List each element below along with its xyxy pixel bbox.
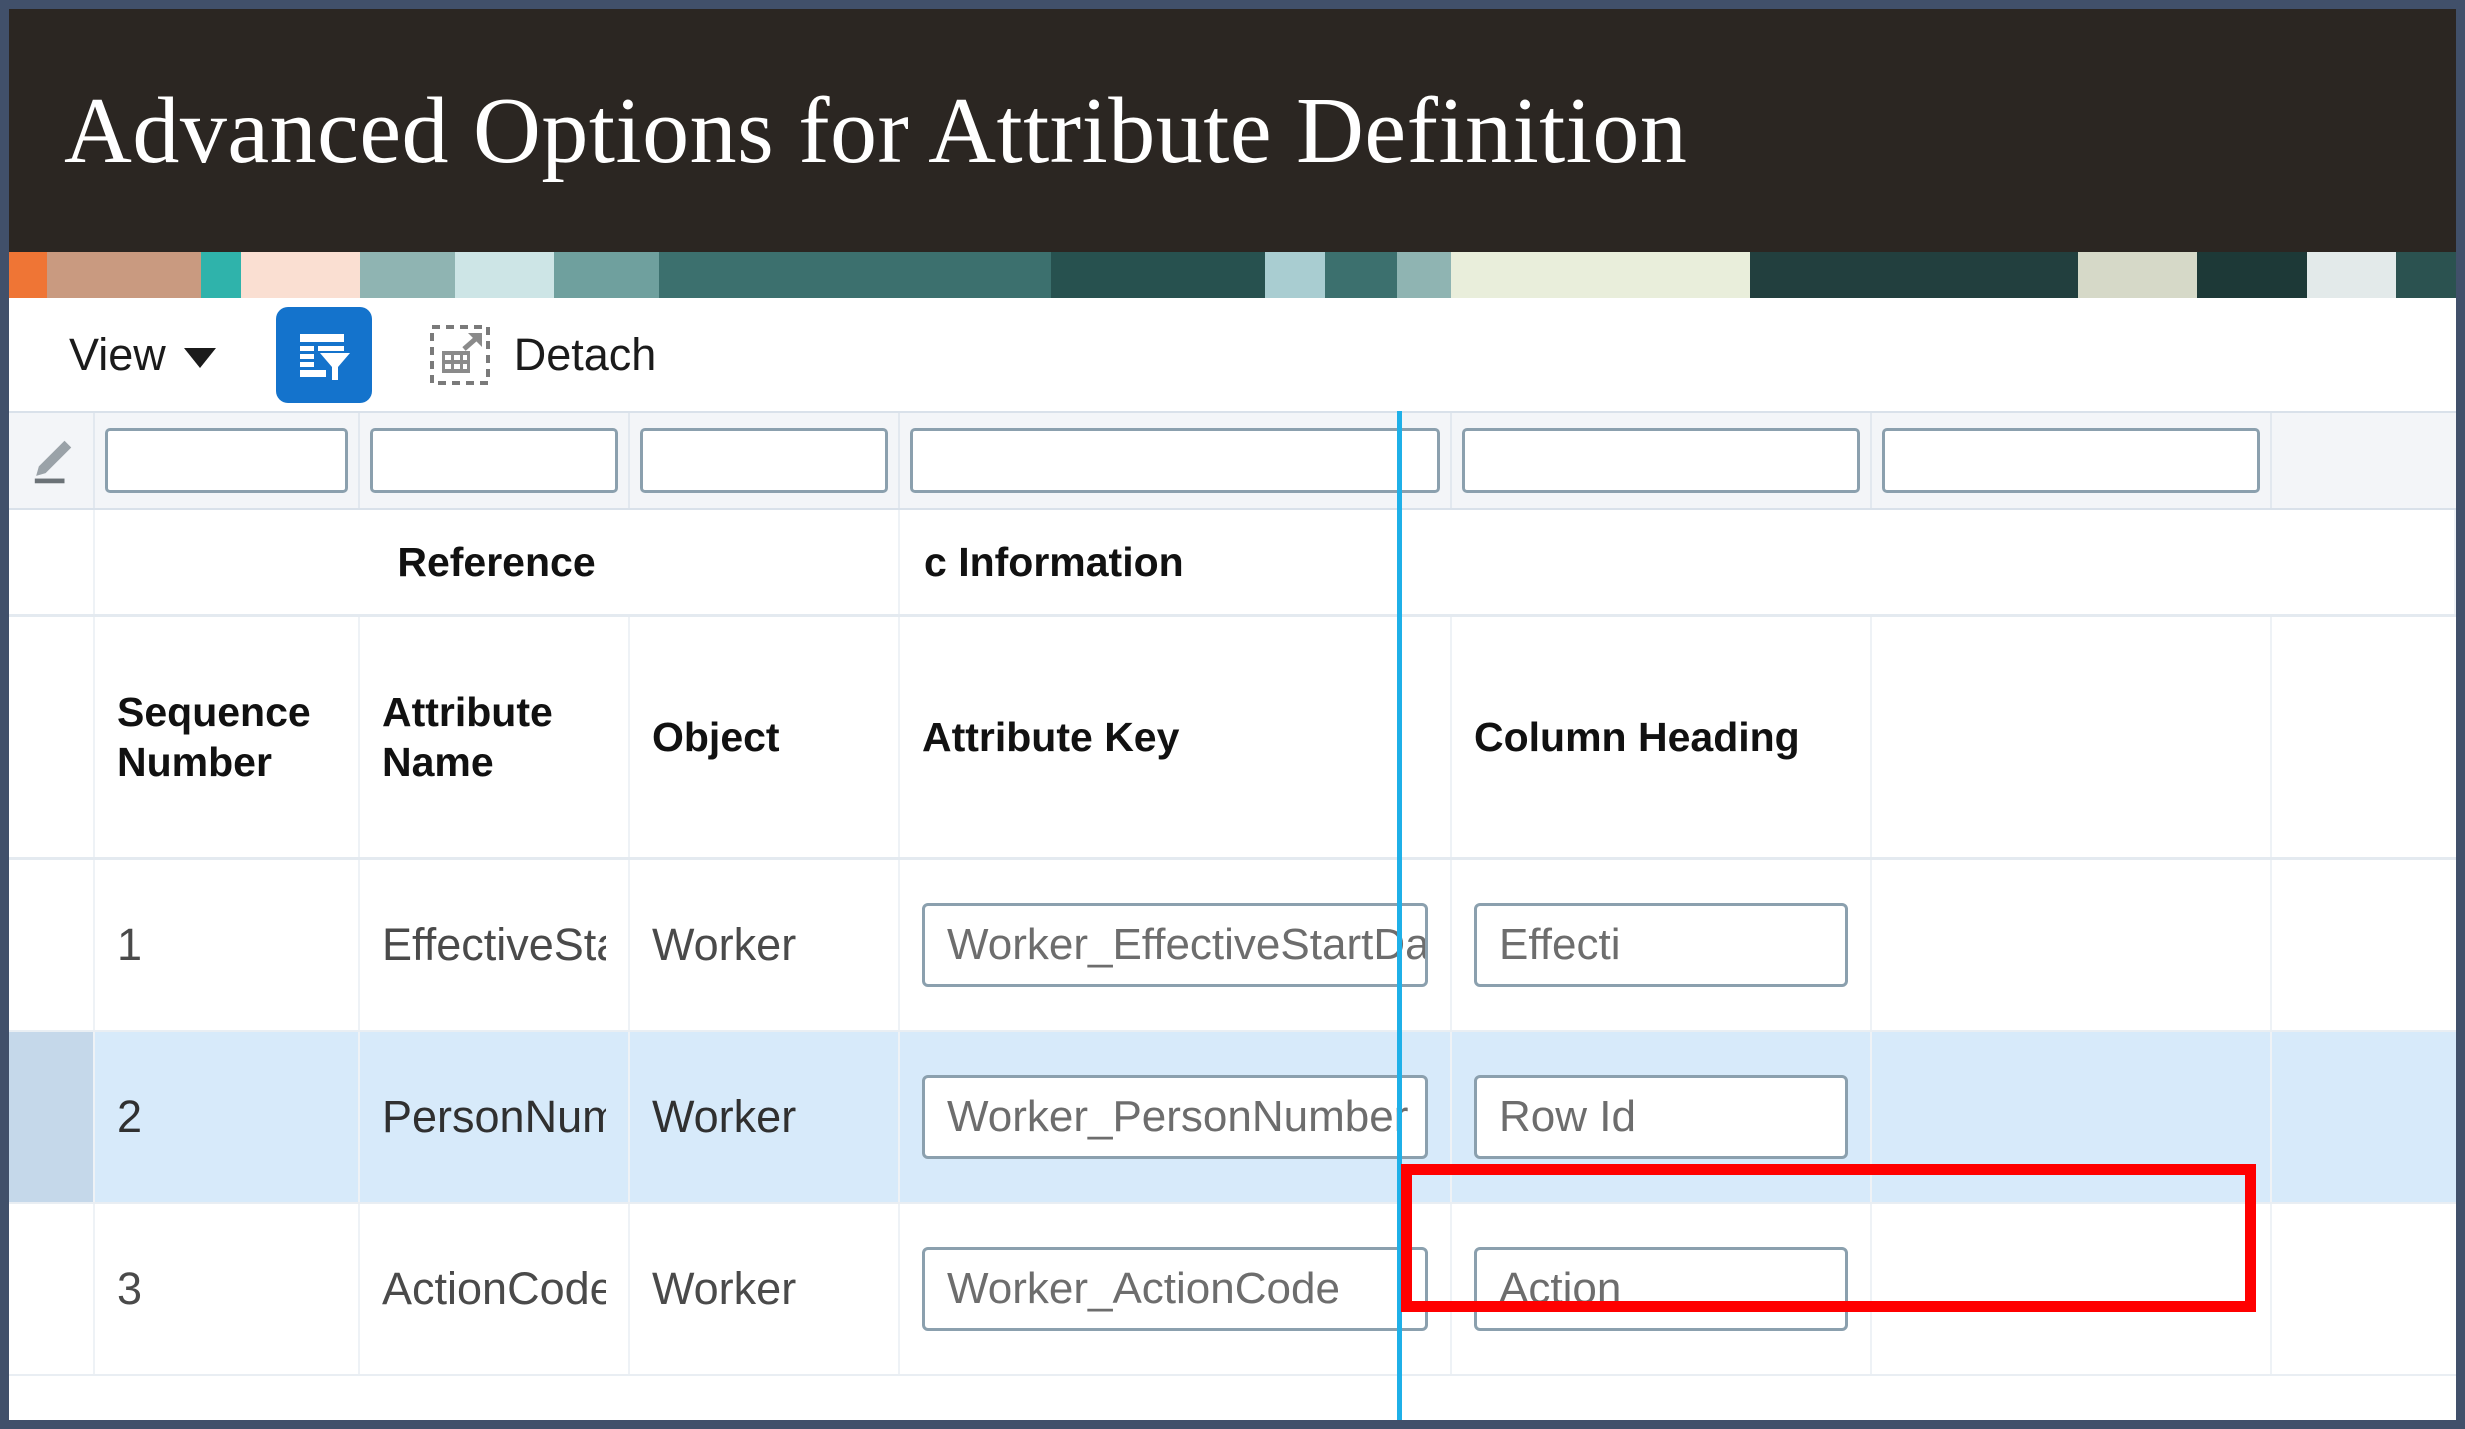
cell-column-heading: Action [1452,1204,1872,1374]
table-filter-row [9,411,2456,510]
column-header-attribute-name[interactable]: Attribute Name [360,617,630,857]
column-header-attribute-key[interactable]: Attribute Key [900,617,1452,857]
filter-input-attribute-name[interactable] [370,428,618,493]
filter-input-object[interactable] [640,428,888,493]
view-menu-button[interactable]: View [69,329,216,381]
cell-object: Worker [630,860,900,1030]
column-header-sequence-number-label: Sequence Number [117,688,311,785]
group-header-basic-information-label: c Information [924,538,1184,585]
cell-sequence-number-text: 3 [117,1263,143,1314]
filter-cell-column-heading [1452,413,1872,508]
application-window: Advanced Options for Attribute Definitio… [0,0,2465,1429]
attribute-key-value: Worker_EffectiveStartDate [947,920,1428,969]
cell-attribute-key: Worker_ActionCode [900,1204,1452,1374]
decorative-image-strip [9,252,2456,298]
table-row[interactable]: 2 PersonNumber Worker Worker_PersonNumbe… [9,1032,2456,1204]
cell-object-text: Worker [652,919,797,970]
attribute-key-input[interactable]: Worker_PersonNumber [922,1075,1428,1159]
table-toolbar: View Detach [9,298,2456,411]
filter-cell-attribute-key [900,413,1452,508]
detach-icon [429,324,490,385]
filter-input-overflow[interactable] [1882,428,2260,493]
column-heading-value: Action [1499,1264,1622,1313]
detach-button[interactable]: Detach [428,323,657,387]
filter-input-column-heading[interactable] [1462,428,1860,493]
table-filter-icon [299,333,350,380]
group-header-spacer [9,510,95,614]
detach-label: Detach [513,328,657,380]
filter-input-attribute-key[interactable] [910,428,1440,493]
cell-sequence-number: 1 [95,860,360,1030]
cell-attribute-name-text: EffectiveStart… [382,919,606,970]
view-menu-label: View [69,328,166,380]
row-handle[interactable] [9,860,95,1030]
column-heading-input[interactable]: Row Id [1474,1075,1848,1159]
cell-attribute-name-text: ActionCode [382,1263,606,1314]
page-title: Advanced Options for Attribute Definitio… [64,78,1688,183]
attribute-key-value: Worker_PersonNumber [947,1092,1409,1141]
column-header-column-heading[interactable]: Column Heading [1452,617,1872,857]
attribute-key-input[interactable]: Worker_EffectiveStartDate [922,903,1428,987]
cell-sequence-number: 2 [95,1032,360,1202]
group-header-reference-label: Reference [397,538,596,585]
attribute-key-value: Worker_ActionCode [947,1264,1340,1313]
cell-overflow [1872,1032,2272,1202]
filter-cell-attribute-name [360,413,630,508]
query-by-example-button[interactable] [275,306,372,403]
table-group-header-row: Reference c Information [9,510,2456,617]
row-handle[interactable] [9,1204,95,1374]
column-header-column-heading-label: Column Heading [1474,713,1800,760]
filter-cell-sequence-number [95,413,360,508]
cell-attribute-key: Worker_PersonNumber [900,1032,1452,1202]
row-handle[interactable] [9,1032,95,1202]
attributes-table: Reference c Information Sequence Number … [9,411,2456,1420]
cell-sequence-number: 3 [95,1204,360,1374]
filter-cell-overflow [1872,413,2272,508]
cell-sequence-number-text: 1 [117,919,143,970]
column-heading-value: Row Id [1499,1092,1636,1141]
cell-attribute-name: EffectiveStart… [360,860,630,1030]
column-heading-input[interactable]: Action [1474,1247,1848,1331]
cell-attribute-name: PersonNumber [360,1032,630,1202]
table-row[interactable]: 1 EffectiveStart… Worker Worker_Effectiv… [9,860,2456,1032]
cell-column-heading: Row Id [1452,1032,1872,1202]
cell-attribute-name-text: PersonNumber [382,1091,606,1142]
column-header-attribute-name-label: Attribute Name [382,688,553,785]
column-header-object-label: Object [652,713,780,760]
table-row[interactable]: 3 ActionCode Worker Worker_ActionCode Ac… [9,1204,2456,1376]
cell-column-heading: Effecti [1452,860,1872,1030]
cell-sequence-number-text: 2 [117,1091,143,1142]
page-title-bar: Advanced Options for Attribute Definitio… [9,9,2456,252]
cell-attribute-key: Worker_EffectiveStartDate [900,860,1452,1030]
cell-overflow [1872,1204,2272,1374]
column-header-object[interactable]: Object [630,617,900,857]
cell-object-text: Worker [652,1263,797,1314]
filter-input-sequence-number[interactable] [105,428,348,493]
column-heading-value: Effecti [1499,920,1621,969]
group-header-basic-information: c Information [900,510,2456,614]
column-header-attribute-key-label: Attribute Key [922,713,1180,760]
column-header-overflow [1872,617,2272,857]
cell-attribute-name: ActionCode [360,1204,630,1374]
column-header-sequence-number[interactable]: Sequence Number [95,617,360,857]
filter-cell-object [630,413,900,508]
cell-overflow [1872,860,2272,1030]
group-header-reference: Reference [95,510,900,614]
cell-object-text: Worker [652,1091,797,1142]
table-column-header-row: Sequence Number Attribute Name Object At… [9,617,2456,860]
row-handle-header [9,413,95,508]
pen-edit-icon [34,440,72,483]
chevron-down-icon [183,347,216,368]
cell-object: Worker [630,1204,900,1374]
column-splitter[interactable] [1397,411,1402,1420]
attribute-key-input[interactable]: Worker_ActionCode [922,1247,1428,1331]
column-header-handle [9,617,95,857]
column-heading-input[interactable]: Effecti [1474,903,1848,987]
cell-object: Worker [630,1032,900,1202]
